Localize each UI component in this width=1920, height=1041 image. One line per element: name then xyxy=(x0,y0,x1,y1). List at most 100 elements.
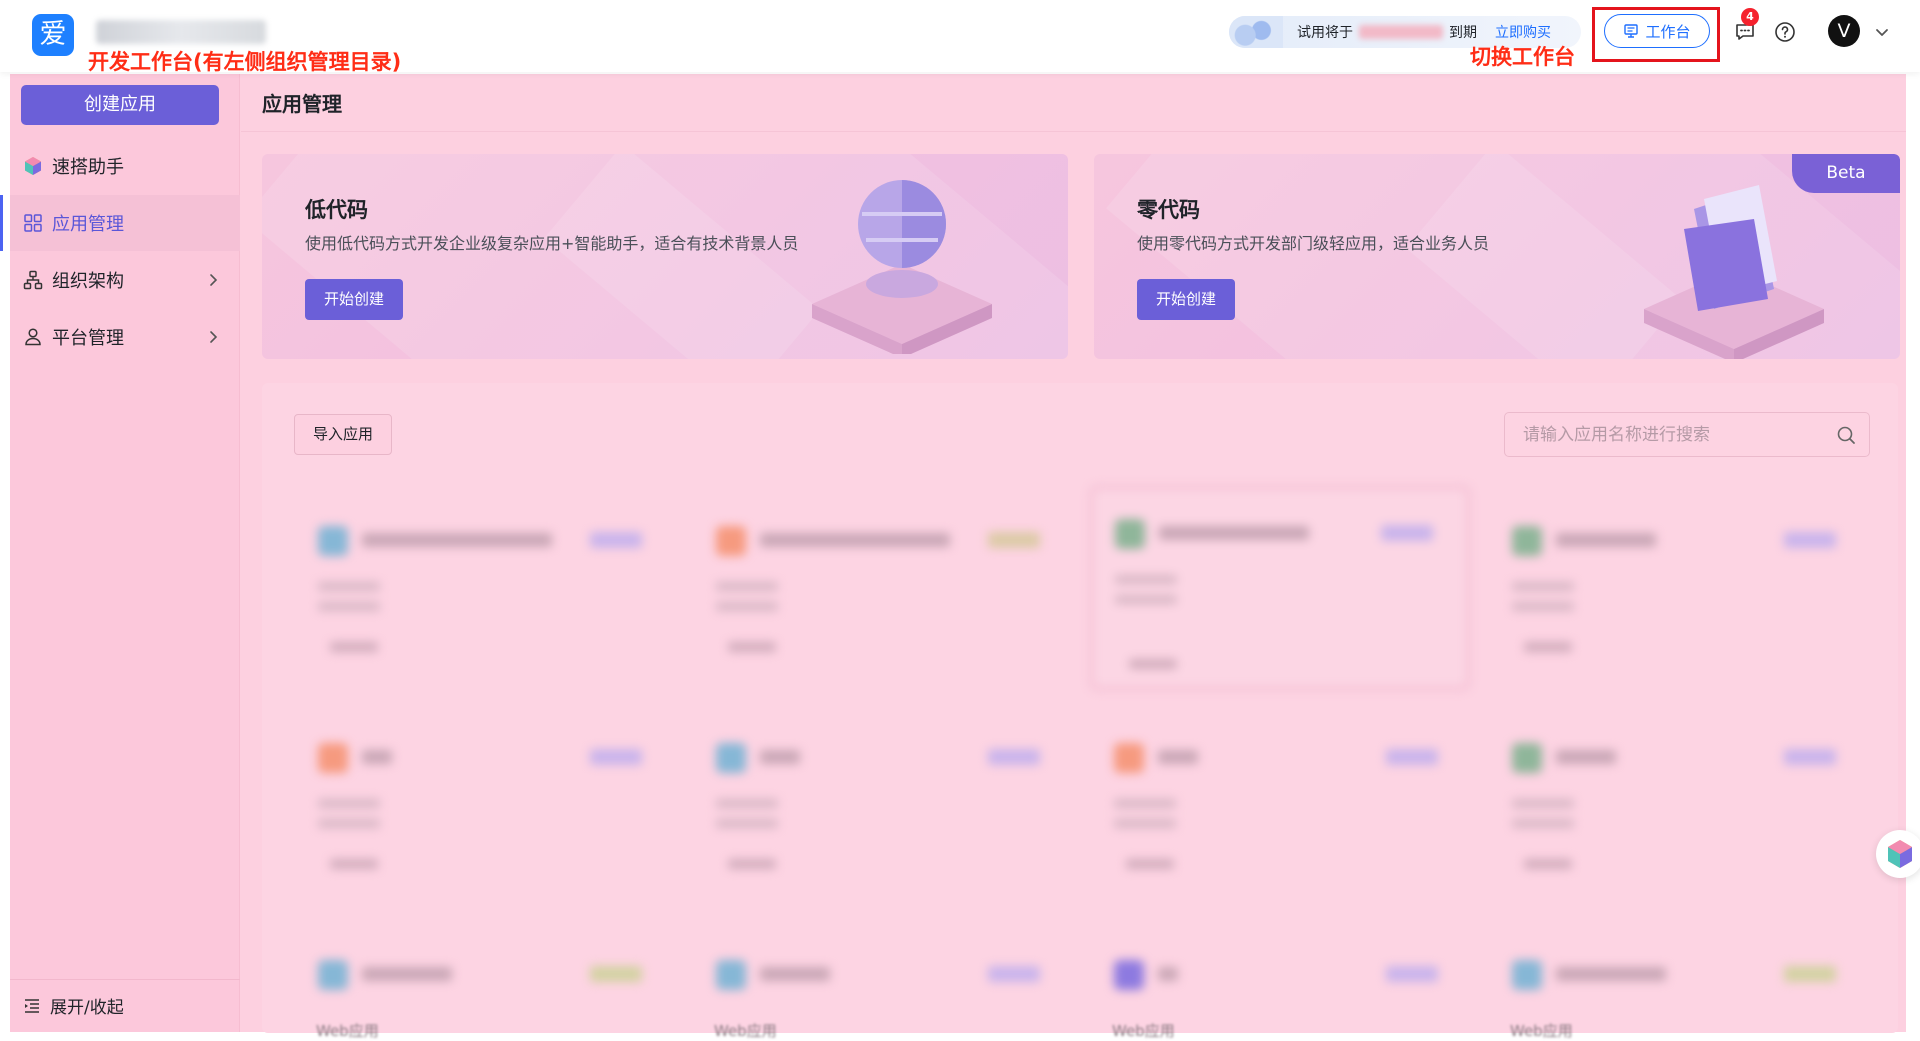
app-meta xyxy=(1524,642,1572,652)
app-tag xyxy=(988,532,1040,548)
app-icon xyxy=(716,526,746,556)
app-tag xyxy=(1386,749,1438,765)
folder-illustration-icon xyxy=(1644,185,1824,359)
app-meta xyxy=(318,602,380,611)
card-description: 使用零代码方式开发部门级轻应用，适合业务人员 xyxy=(1137,234,1490,253)
app-card[interactable] xyxy=(694,930,1074,1010)
org-name-blurred xyxy=(96,20,266,44)
sidebar-item-platform[interactable]: 平台管理 xyxy=(10,309,240,365)
import-app-button[interactable]: 导入应用 xyxy=(294,414,392,455)
cube-logo-icon xyxy=(1888,840,1912,868)
app-logo[interactable]: 爱 xyxy=(32,14,74,56)
avatar[interactable]: V xyxy=(1828,15,1860,47)
app-meta xyxy=(1524,859,1572,869)
app-card[interactable] xyxy=(296,496,676,696)
app-name xyxy=(1159,526,1309,540)
app-tag xyxy=(590,966,642,982)
search-box[interactable] xyxy=(1504,412,1870,457)
app-tag xyxy=(590,532,642,548)
app-card[interactable] xyxy=(1092,930,1472,1010)
app-card[interactable] xyxy=(1090,486,1470,690)
app-name xyxy=(760,533,950,547)
app-card[interactable] xyxy=(694,713,1074,913)
app-meta xyxy=(1115,595,1177,604)
cube-logo-icon xyxy=(25,157,41,175)
app-card[interactable] xyxy=(1490,713,1870,913)
create-app-button[interactable]: 创建应用 xyxy=(21,85,219,125)
sidebar-item-app-management[interactable]: 应用管理 xyxy=(0,195,240,251)
app-name xyxy=(760,750,800,764)
notification-badge: 4 xyxy=(1741,8,1759,26)
app-icon xyxy=(318,526,348,556)
app-icon xyxy=(318,743,348,773)
start-create-low-code-button[interactable]: 开始创建 xyxy=(305,279,403,320)
app-meta xyxy=(330,642,378,652)
sidebar: 创建应用 速搭助手 应用管理 组织架构 平台管理 展开/收起 xyxy=(0,74,240,1032)
app-tag xyxy=(1784,532,1836,548)
app-card[interactable] xyxy=(1490,496,1870,696)
app-meta xyxy=(1512,582,1574,591)
app-tag xyxy=(988,749,1040,765)
app-name xyxy=(362,533,552,547)
highlight-box xyxy=(1592,7,1720,62)
trial-suffix: 到期 xyxy=(1449,25,1477,41)
collapse-toggle[interactable]: 展开/收起 xyxy=(10,979,240,1031)
help-icon[interactable] xyxy=(1773,20,1797,44)
app-meta xyxy=(1512,799,1574,808)
app-meta xyxy=(1114,819,1176,828)
sidebar-item-org-structure[interactable]: 组织架构 xyxy=(10,252,240,308)
trial-date-blurred xyxy=(1359,25,1443,39)
app-meta xyxy=(1114,799,1176,808)
app-card[interactable] xyxy=(296,930,676,1010)
low-code-card: 低代码 使用低代码方式开发企业级复杂应用+智能助手，适合有技术背景人员 开始创建 xyxy=(262,154,1068,359)
sidebar-item-assistant[interactable]: 速搭助手 xyxy=(10,138,240,194)
buy-now-link[interactable]: 立即购买 xyxy=(1495,22,1551,42)
org-chart-icon xyxy=(23,270,43,290)
user-admin-icon xyxy=(25,328,41,346)
app-icon xyxy=(1512,960,1542,990)
app-name xyxy=(1556,533,1656,547)
app-tag xyxy=(1386,966,1438,982)
app-type-label: Web应用 xyxy=(1112,1022,1175,1040)
app-tag xyxy=(988,966,1040,982)
app-card[interactable] xyxy=(694,496,1074,696)
indent-icon xyxy=(25,998,39,1013)
page-title: 应用管理 xyxy=(262,92,342,116)
sidebar-item-label: 组织架构 xyxy=(52,271,124,292)
app-tag xyxy=(1784,966,1836,982)
card-title: 低代码 xyxy=(305,198,368,222)
divider xyxy=(241,131,1906,132)
cloud-icon xyxy=(1229,16,1283,48)
app-meta xyxy=(728,859,776,869)
search-icon[interactable] xyxy=(1835,424,1857,446)
app-meta xyxy=(330,859,378,869)
start-create-zero-code-button[interactable]: 开始创建 xyxy=(1137,279,1235,320)
annotation-dev-workbench: 开发工作台(有左侧组织管理目录) xyxy=(88,50,402,74)
app-meta xyxy=(318,819,380,828)
app-tag xyxy=(1381,525,1433,541)
app-meta xyxy=(1126,859,1174,869)
app-card[interactable] xyxy=(1092,713,1472,913)
app-icon xyxy=(716,743,746,773)
zero-code-card: Beta 零代码 使用零代码方式开发部门级轻应用，适合业务人员 开始创建 xyxy=(1094,154,1900,359)
app-card[interactable] xyxy=(1490,930,1870,1010)
sidebar-item-label: 平台管理 xyxy=(52,328,124,349)
app-name xyxy=(1556,750,1616,764)
app-icon xyxy=(1114,960,1144,990)
app-card[interactable] xyxy=(296,713,676,913)
sidebar-item-label: 应用管理 xyxy=(52,214,124,235)
app-type-label: Web应用 xyxy=(1510,1022,1573,1040)
app-name xyxy=(1158,750,1198,764)
sidebar-item-label: 速搭助手 xyxy=(52,157,124,178)
app-name xyxy=(1158,967,1178,981)
chevron-right-icon xyxy=(210,331,218,343)
app-type-label: Web应用 xyxy=(316,1022,379,1040)
app-meta xyxy=(318,799,380,808)
trial-prefix: 试用将于 xyxy=(1297,25,1353,41)
app-tag xyxy=(1784,749,1836,765)
search-input[interactable] xyxy=(1505,413,1805,456)
grid-icon xyxy=(24,214,42,232)
floating-assistant-button[interactable] xyxy=(1876,830,1920,878)
chevron-down-icon[interactable] xyxy=(1872,22,1892,42)
top-bar: 爱 开发工作台(有左侧组织管理目录) 试用将于 到期 立即购买 工作台 切换工作… xyxy=(0,0,1920,74)
